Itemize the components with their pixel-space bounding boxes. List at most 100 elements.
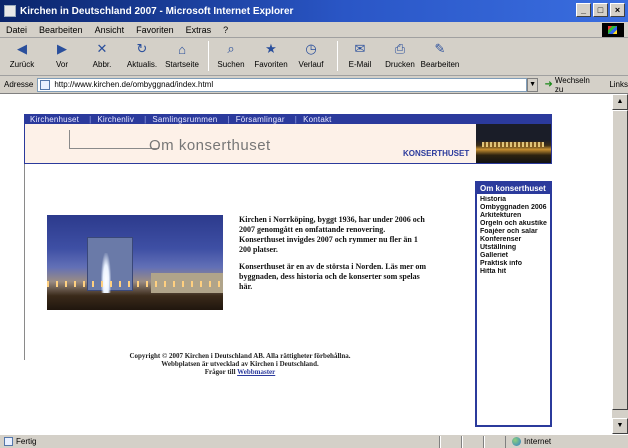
sidebar-item[interactable]: Konferenser bbox=[480, 236, 547, 244]
footer-contact: Frågor till Webbmaster bbox=[204, 368, 276, 376]
toolbar-separator bbox=[208, 41, 209, 71]
site-nav-item[interactable]: Kirchenhuset bbox=[30, 115, 79, 124]
site-nav-item[interactable]: Samlingsrummen bbox=[152, 115, 217, 124]
site-header: Om konserthuset KONSERTHUSET bbox=[24, 124, 552, 164]
edit-icon: ✎ bbox=[434, 41, 446, 56]
sidebar-item[interactable]: Utställning bbox=[480, 244, 547, 252]
section-title: Om konserthuset bbox=[149, 137, 271, 154]
mail-button[interactable]: ✉ E-Mail bbox=[342, 41, 378, 69]
menu-tools[interactable]: Extras bbox=[186, 25, 212, 35]
site-nav-item[interactable]: Kirchenliv bbox=[97, 115, 134, 124]
sidebar-item[interactable]: Hitta hit bbox=[480, 268, 547, 276]
status-text: Fertig bbox=[16, 437, 37, 446]
window-title-bar: Kirchen in Deutschland 2007 - Microsoft … bbox=[0, 0, 628, 22]
go-button[interactable]: ➜ Wechseln zu bbox=[544, 76, 599, 94]
status-cell bbox=[440, 435, 462, 448]
refresh-icon: ↻ bbox=[136, 41, 148, 56]
forward-button[interactable]: ▶ Vor bbox=[44, 41, 80, 69]
minimize-button[interactable]: _ bbox=[576, 3, 591, 17]
scroll-up-button[interactable]: ▲ bbox=[612, 94, 628, 110]
sidebar-item[interactable]: Galleriet bbox=[480, 252, 547, 260]
address-url: http://www.kirchen.de/ombyggnad/index.ht… bbox=[54, 80, 214, 89]
site-nav-item[interactable]: Församlingar bbox=[236, 115, 285, 124]
site-nav: Kirchenhuset | Kirchenliv | Samlingsrumm… bbox=[24, 114, 552, 124]
status-cell bbox=[484, 435, 506, 448]
menu-edit[interactable]: Bearbeiten bbox=[39, 25, 83, 35]
nav-separator: | bbox=[294, 114, 298, 124]
close-button[interactable]: × bbox=[610, 3, 625, 17]
decorative-line bbox=[69, 130, 70, 148]
home-button[interactable]: ⌂ Startseite bbox=[164, 41, 200, 70]
window-controls: _ □ × bbox=[576, 3, 625, 17]
stop-button[interactable]: ✕ Abbr. bbox=[84, 41, 120, 69]
menu-file[interactable]: Datei bbox=[6, 25, 27, 35]
sidebar-item[interactable]: Ombyggnaden 2006 bbox=[480, 204, 547, 212]
back-button[interactable]: ◀ Zurück bbox=[4, 41, 40, 69]
nav-separator: | bbox=[89, 114, 92, 124]
security-zone: Internet bbox=[506, 437, 551, 446]
history-button[interactable]: ◷ Verlauf bbox=[293, 41, 329, 69]
page-done-icon bbox=[4, 437, 13, 446]
history-icon: ◷ bbox=[305, 41, 317, 56]
refresh-button[interactable]: ↻ Aktualis. bbox=[124, 41, 160, 69]
site-logo[interactable]: KONSERTHUSET bbox=[403, 149, 469, 158]
address-input[interactable]: http://www.kirchen.de/ombyggnad/index.ht… bbox=[37, 77, 527, 92]
print-icon: ⎙ bbox=[394, 41, 406, 56]
favorites-button[interactable]: ★ Favoriten bbox=[253, 41, 289, 69]
toolbar-separator bbox=[337, 41, 338, 71]
print-button[interactable]: ⎙ Drucken bbox=[382, 41, 418, 69]
go-arrow-icon: ➜ bbox=[544, 79, 553, 90]
fountain-shape bbox=[101, 253, 111, 293]
page-icon bbox=[40, 79, 51, 90]
sidebar-item[interactable]: Historia bbox=[480, 196, 547, 204]
site-nav-item[interactable]: Kontakt bbox=[303, 115, 332, 124]
address-dropdown-button[interactable]: ▼ bbox=[526, 77, 539, 92]
intro-paragraph: Kirchen i Norrköping, byggt 1936, har un… bbox=[239, 215, 425, 254]
menu-view[interactable]: Ansicht bbox=[95, 25, 125, 35]
search-icon: ⌕ bbox=[227, 41, 235, 56]
sidebar-title: Om konserthuset bbox=[477, 183, 550, 194]
sidebar-item[interactable]: Praktisk info bbox=[480, 260, 547, 268]
page-footer: Copyright © 2007 Kirchen i Deutschland A… bbox=[110, 352, 370, 376]
window-title: Kirchen in Deutschland 2007 - Microsoft … bbox=[20, 5, 294, 17]
header-photo bbox=[476, 124, 551, 163]
status-cell bbox=[462, 435, 484, 448]
menu-favorites[interactable]: Favoriten bbox=[136, 25, 174, 35]
edit-button[interactable]: ✎ Bearbeiten bbox=[421, 41, 460, 69]
globe-icon bbox=[512, 437, 521, 446]
home-icon: ⌂ bbox=[178, 41, 186, 57]
sidebar-menu: Om konserthuset Historia Ombyggnaden 200… bbox=[475, 181, 552, 427]
ie-app-icon bbox=[4, 5, 16, 17]
sidebar-item[interactable]: Foajéer och salar bbox=[480, 228, 547, 236]
lights-shape bbox=[47, 281, 223, 287]
menu-help[interactable]: ? bbox=[223, 25, 228, 35]
favorites-icon: ★ bbox=[265, 41, 277, 56]
stop-icon: ✕ bbox=[96, 41, 108, 56]
footer-text: Webbplatsen är utvecklad av Kirchen i De… bbox=[161, 360, 319, 368]
maximize-button[interactable]: □ bbox=[593, 3, 608, 17]
page-viewport: Kirchenhuset | Kirchenliv | Samlingsrumm… bbox=[0, 94, 612, 434]
sidebar-list: Historia Ombyggnaden 2006 Arkitekturen O… bbox=[477, 194, 550, 278]
menu-bar: Datei Bearbeiten Ansicht Favoriten Extra… bbox=[0, 22, 628, 38]
forward-icon: ▶ bbox=[57, 41, 67, 56]
intro-text: Kirchen i Norrköping, byggt 1936, har un… bbox=[239, 215, 429, 299]
address-label: Adresse bbox=[4, 80, 34, 89]
nav-separator: | bbox=[144, 114, 147, 124]
address-bar: Adresse http://www.kirchen.de/ombyggnad/… bbox=[0, 76, 628, 94]
webmaster-link[interactable]: Webbmaster bbox=[237, 368, 275, 376]
status-bar: Fertig Internet bbox=[0, 434, 628, 448]
standard-toolbar: ◀ Zurück ▶ Vor ✕ Abbr. ↻ Aktualis. ⌂ Sta… bbox=[0, 38, 628, 76]
links-button[interactable]: Links bbox=[609, 80, 628, 89]
concert-hall-photo bbox=[47, 215, 223, 310]
sidebar-item[interactable]: Orgeln och akustiken bbox=[480, 220, 547, 228]
decorative-line bbox=[69, 148, 159, 149]
search-button[interactable]: ⌕ Suchen bbox=[213, 41, 249, 69]
sidebar-item[interactable]: Arkitekturen bbox=[480, 212, 547, 220]
scroll-down-button[interactable]: ▼ bbox=[612, 418, 628, 434]
scroll-thumb[interactable] bbox=[612, 110, 628, 410]
nav-separator: | bbox=[227, 114, 230, 124]
vertical-scrollbar[interactable]: ▲ ▼ bbox=[612, 94, 628, 434]
copyright-text: Copyright © 2007 Kirchen i Deutschland A… bbox=[129, 352, 351, 360]
back-icon: ◀ bbox=[17, 41, 27, 56]
windows-logo-throbber bbox=[602, 23, 624, 37]
